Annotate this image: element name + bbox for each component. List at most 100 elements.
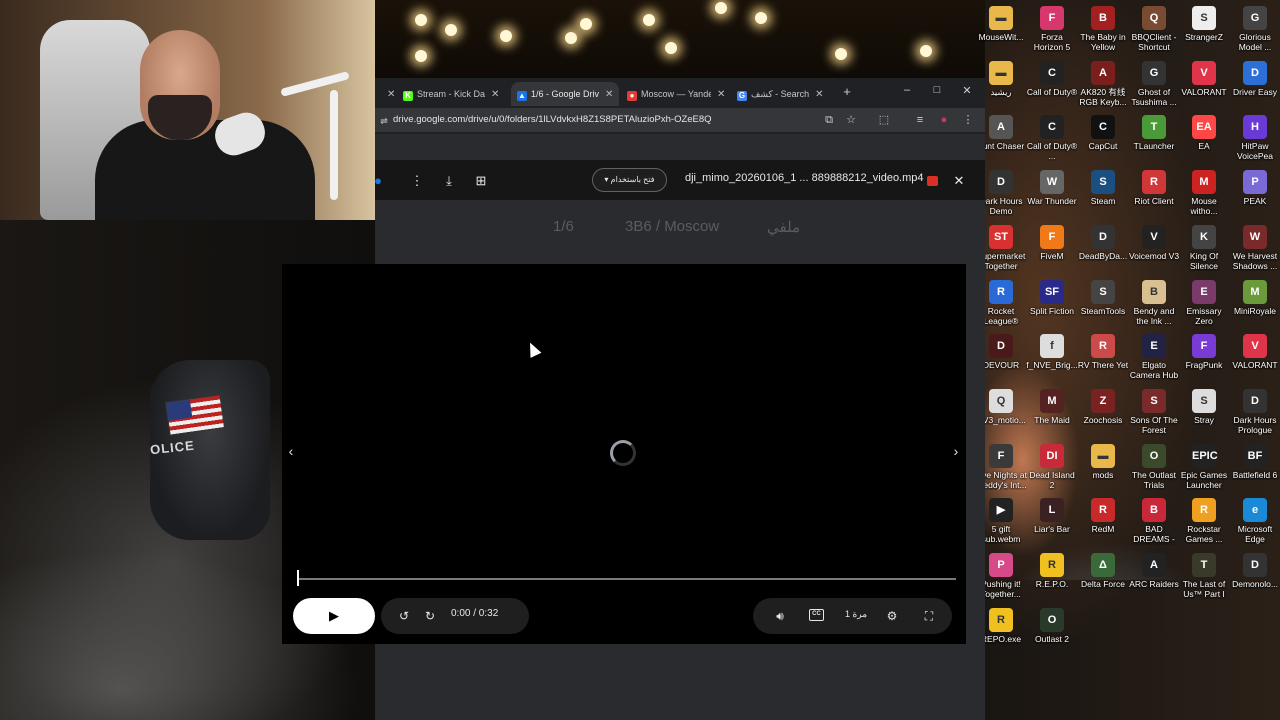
desktop-shortcut[interactable]: V Voicemod V3 — [1128, 225, 1180, 261]
desktop-shortcut[interactable]: M The Maid — [1026, 389, 1078, 425]
bookmark-star-icon[interactable]: ☆ — [844, 113, 858, 127]
desktop-shortcut[interactable]: W War Thunder — [1026, 170, 1078, 206]
fullscreen-icon[interactable]: ⛶ — [920, 607, 938, 625]
more-options-icon[interactable]: ⋮ — [408, 172, 426, 190]
close-tab-icon[interactable]: ✕ — [491, 83, 499, 106]
desktop-shortcut[interactable]: S Sons Of The Forest — [1128, 389, 1180, 435]
seek-bar[interactable] — [297, 578, 956, 580]
desktop-shortcut[interactable]: D Dark Hours Prologue — [1229, 389, 1280, 435]
desktop-shortcut[interactable]: M MiniRoyale — [1229, 280, 1280, 316]
desktop-shortcut[interactable]: f f_NVE_Brig... — [1026, 334, 1078, 370]
extensions-icon[interactable]: ⬚ — [877, 113, 891, 127]
desktop-shortcut[interactable]: F FragPunk — [1178, 334, 1230, 370]
desktop-shortcut[interactable]: C CapCut — [1077, 115, 1129, 151]
desktop-shortcut[interactable]: C Call of Duty® — [1026, 61, 1078, 97]
play-button[interactable]: ▶ — [293, 598, 375, 634]
desktop-shortcut[interactable]: A AK820 有线 RGB Keyb... — [1077, 61, 1129, 107]
desktop-shortcut[interactable]: BF Battlefield 6 — [1229, 444, 1280, 480]
next-file-button[interactable]: › — [947, 442, 965, 460]
tab-search-icon[interactable]: ≡ — [913, 113, 927, 127]
tab-partial[interactable]: ✕ — [375, 82, 397, 106]
minimize-button[interactable]: – — [899, 84, 915, 96]
close-icon[interactable]: ✕ — [387, 83, 395, 106]
desktop-shortcut[interactable]: D Driver Easy — [1229, 61, 1280, 97]
desktop-shortcut[interactable]: R Riot Client — [1128, 170, 1180, 206]
desktop-shortcut[interactable]: H HitPaw VoicePea — [1229, 115, 1280, 161]
desktop-shortcut[interactable]: P PEAK — [1229, 170, 1280, 206]
new-tab-button[interactable]: + — [840, 85, 854, 99]
previous-file-button[interactable]: ‹ — [282, 442, 300, 460]
desktop-shortcut[interactable]: A ARC Raiders — [1128, 553, 1180, 589]
desktop-shortcut[interactable]: L Liar's Bar — [1026, 498, 1078, 534]
close-tab-icon[interactable]: ✕ — [815, 83, 823, 106]
browser-tab[interactable]: ▲ 1/6 - Google Driv ✕ — [511, 82, 619, 106]
rewind-10-icon[interactable]: ↺ — [395, 607, 413, 625]
desktop-shortcut[interactable]: M Mouse witho... — [1178, 170, 1230, 216]
desktop-shortcut[interactable]: T The Last of Us™ Part I — [1178, 553, 1230, 599]
address-bar[interactable]: drive.google.com/drive/u/0/folders/1lLVd… — [393, 108, 712, 132]
desktop-shortcut[interactable]: V VALORANT — [1178, 61, 1230, 97]
desktop-shortcut[interactable]: B The Baby in Yellow — [1077, 6, 1129, 52]
desktop-shortcut[interactable]: R Rockstar Games ... — [1178, 498, 1230, 544]
desktop-shortcut[interactable]: ▬ MouseWit... — [975, 6, 1027, 42]
desktop-shortcut[interactable]: EPIC Epic Games Launcher — [1178, 444, 1230, 490]
desktop-shortcut[interactable]: W We Harvest Shadows ... — [1229, 225, 1280, 271]
desktop-shortcut[interactable]: D DeadByDa... — [1077, 225, 1129, 261]
desktop-shortcut[interactable]: R RV There Yet — [1077, 334, 1129, 370]
seek-handle[interactable] — [297, 570, 299, 586]
site-info-icon[interactable]: ⇌ — [377, 114, 391, 128]
captions-button[interactable]: CC — [809, 609, 824, 621]
desktop-shortcut[interactable]: S StrangerZ — [1178, 6, 1230, 42]
profile-avatar-icon[interactable]: ● — [937, 113, 951, 127]
desktop-shortcut[interactable]: B Bendy and the Ink ... — [1128, 280, 1180, 326]
desktop-shortcut[interactable]: SF Split Fiction — [1026, 280, 1078, 316]
desktop-shortcut[interactable]: R R.E.P.O. — [1026, 553, 1078, 589]
desktop-shortcut[interactable]: T TLauncher — [1128, 115, 1180, 151]
app-icon: T — [1142, 115, 1166, 139]
desktop-shortcut[interactable]: S Stray — [1178, 389, 1230, 425]
desktop-shortcut[interactable]: O The Outlast Trials — [1128, 444, 1180, 490]
desktop-shortcut[interactable]: E Emissary Zero — [1178, 280, 1230, 326]
desktop-shortcut[interactable]: C Call of Duty® ... — [1026, 115, 1078, 161]
desktop-shortcut[interactable]: EA EA — [1178, 115, 1230, 151]
video-player[interactable]: ‹ › ▶ ↺ ↻ 0:00 / 0:32 🔊︎ CC 1 مرة ⚙ ⛶ — [282, 264, 966, 644]
settings-gear-icon[interactable]: ⚙ — [883, 607, 901, 625]
desktop-shortcut[interactable]: ▬ mods — [1077, 444, 1129, 480]
desktop-shortcut[interactable]: G Glorious Model ... — [1229, 6, 1280, 52]
close-viewer-button[interactable]: ✕ — [950, 172, 968, 190]
desktop-shortcut[interactable]: R RedM — [1077, 498, 1129, 534]
maximize-button[interactable]: □ — [929, 84, 945, 96]
add-shortcut-icon[interactable]: ⊞ — [472, 172, 490, 190]
desktop-shortcut[interactable]: Δ Delta Force — [1077, 553, 1129, 589]
forward-10-icon[interactable]: ↻ — [421, 607, 439, 625]
desktop-shortcut[interactable]: e Microsoft Edge — [1229, 498, 1280, 544]
download-icon[interactable]: ⤓ — [440, 172, 458, 190]
desktop-shortcut[interactable]: S SteamTools — [1077, 280, 1129, 316]
desktop-shortcut[interactable]: K King Of Silence — [1178, 225, 1230, 271]
desktop-shortcut[interactable]: F Forza Horizon 5 — [1026, 6, 1078, 52]
browser-tab[interactable]: G كشف - Search ✕ — [731, 82, 835, 106]
install-app-icon[interactable]: ⧉ — [822, 113, 836, 127]
desktop-shortcut[interactable]: D Demonolo... — [1229, 553, 1280, 589]
desktop-shortcut[interactable]: Q BBQClient - Shortcut — [1128, 6, 1180, 52]
desktop-shortcut[interactable]: E Elgato Camera Hub — [1128, 334, 1180, 380]
volume-icon[interactable]: 🔊︎ — [771, 607, 789, 625]
browser-tab[interactable]: ● Moscow — Yandex ✕ — [621, 82, 729, 106]
desktop-shortcut[interactable]: DI Dead Island 2 — [1026, 444, 1078, 490]
desktop-shortcut[interactable]: Z Zoochosis — [1077, 389, 1129, 425]
close-tab-icon[interactable]: ✕ — [605, 83, 613, 106]
desktop-shortcut[interactable]: G Ghost of Tsushima ... — [1128, 61, 1180, 107]
menu-kebab-icon[interactable]: ⋮ — [961, 113, 975, 127]
close-window-button[interactable]: ✕ — [959, 84, 975, 97]
desktop-shortcut[interactable]: V VALORANT — [1229, 334, 1280, 370]
open-with-button[interactable]: ▾ فتح باستخدام — [592, 168, 667, 192]
desktop-shortcut[interactable]: S Steam — [1077, 170, 1129, 206]
app-icon: R — [1040, 553, 1064, 577]
browser-tab[interactable]: K Stream - Kick Da ✕ — [397, 82, 509, 106]
playback-speed-button[interactable]: 1 مرة — [845, 609, 867, 620]
app-icon: C — [1040, 61, 1064, 85]
desktop-shortcut[interactable]: F FiveM — [1026, 225, 1078, 261]
desktop-shortcut[interactable]: BBAD DREAMS - FREE DIVE — [1128, 498, 1180, 545]
close-tab-icon[interactable]: ✕ — [717, 83, 725, 106]
desktop-shortcut[interactable]: O Outlast 2 — [1026, 608, 1078, 644]
